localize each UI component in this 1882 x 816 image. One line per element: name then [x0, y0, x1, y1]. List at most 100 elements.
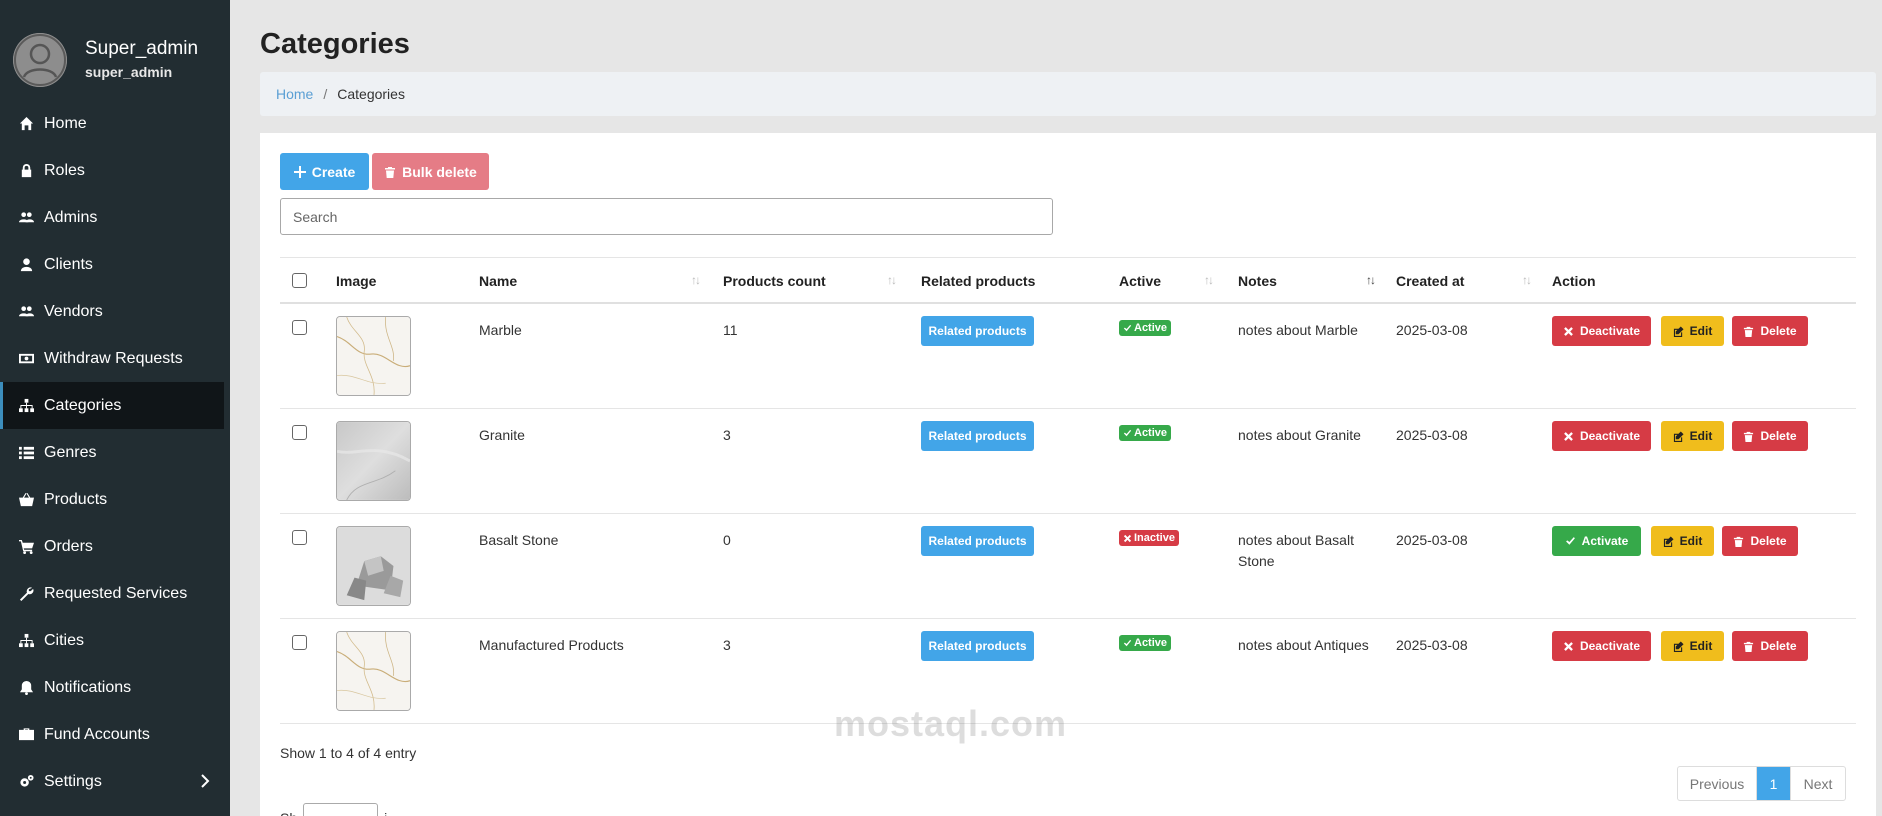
check-icon: [1123, 639, 1132, 646]
sidebar-item-orders[interactable]: Orders: [0, 523, 230, 570]
row-checkbox[interactable]: [292, 320, 307, 335]
table-row: Manufactured Products 3 Related products…: [280, 619, 1856, 724]
category-name: Manufactured Products: [479, 637, 624, 653]
sort-icon[interactable]: ↑↓: [887, 273, 897, 287]
delete-button[interactable]: Delete: [1732, 316, 1808, 346]
sort-desc-icon[interactable]: ↑↓: [1366, 273, 1376, 287]
pagination: Previous 1 Next: [1677, 766, 1846, 801]
created-at: 2025-03-08: [1396, 322, 1468, 338]
sidebar-item-products[interactable]: Products: [0, 476, 230, 523]
edit-button[interactable]: Edit: [1661, 631, 1724, 661]
delete-button-label: Delete: [1760, 639, 1797, 653]
bulk-delete-button-label: Bulk delete: [402, 163, 477, 180]
sidebar-item-admins[interactable]: Admins: [0, 194, 230, 241]
sidebar-item-requested-services[interactable]: Requested Services: [0, 570, 230, 617]
pagination-next[interactable]: Next: [1790, 767, 1845, 800]
table-row: Granite 3 Related products Active notes …: [280, 409, 1856, 514]
edit-button-label: Edit: [1689, 429, 1713, 443]
related-products-button[interactable]: Related products: [921, 421, 1034, 451]
deactivate-button[interactable]: Deactivate: [1552, 631, 1651, 661]
search-input[interactable]: [280, 198, 1053, 235]
sidebar-item-cities[interactable]: Cities: [0, 617, 230, 664]
sidebar-item-withdraw-requests[interactable]: Withdraw Requests: [0, 335, 230, 382]
column-header-products-count[interactable]: Products count: [723, 273, 826, 289]
deactivate-button-label: Deactivate: [1579, 639, 1641, 653]
bulk-delete-button[interactable]: Bulk delete: [372, 153, 489, 190]
edit-button[interactable]: Edit: [1661, 316, 1724, 346]
related-products-button[interactable]: Related products: [921, 526, 1034, 556]
sidebar-item-settings[interactable]: Settings: [0, 758, 230, 805]
sidebar-item-fund-accounts[interactable]: Fund Accounts: [0, 711, 230, 758]
trash-icon: [1744, 641, 1754, 652]
status-badge-label: Inactive: [1134, 532, 1175, 544]
home-icon: [18, 116, 34, 132]
sidebar-item-home[interactable]: Home: [0, 100, 230, 147]
edit-button[interactable]: Edit: [1651, 526, 1714, 556]
sidebar-item-label: Settings: [44, 772, 102, 790]
sort-icon[interactable]: ↑↓: [691, 273, 701, 287]
money-icon: [18, 351, 34, 367]
column-header-notes[interactable]: Notes: [1238, 273, 1277, 289]
column-header-created-at[interactable]: Created at: [1396, 273, 1464, 289]
category-image-granite: [336, 421, 411, 501]
deactivate-button[interactable]: Deactivate: [1552, 421, 1651, 451]
sidebar-item-roles[interactable]: Roles: [0, 147, 230, 194]
deactivate-button[interactable]: Deactivate: [1552, 316, 1651, 346]
delete-button-label: Delete: [1760, 324, 1797, 338]
sidebar-item-genres[interactable]: Genres: [0, 429, 230, 476]
status-badge: Active: [1119, 425, 1172, 441]
edit-button[interactable]: Edit: [1661, 421, 1724, 451]
users-icon: [18, 210, 34, 226]
activate-button[interactable]: Activate: [1552, 526, 1641, 556]
row-checkbox[interactable]: [292, 530, 307, 545]
sidebar-item-label: Genres: [44, 443, 97, 461]
edit-button-label: Edit: [1689, 639, 1713, 653]
category-image-marble: [336, 316, 411, 396]
column-header-name[interactable]: Name: [479, 273, 517, 289]
create-button[interactable]: Create: [280, 153, 369, 190]
user-icon: [18, 257, 34, 273]
category-name: Marble: [479, 322, 522, 338]
avatar[interactable]: [13, 33, 67, 87]
sidebar-item-label: Clients: [44, 255, 93, 273]
delete-button[interactable]: Delete: [1732, 421, 1808, 451]
status-badge: Active: [1119, 635, 1172, 651]
column-header-active[interactable]: Active: [1119, 273, 1161, 289]
row-checkbox[interactable]: [292, 425, 307, 440]
user-avatar-icon: [13, 33, 67, 87]
sort-icon[interactable]: ↑↓: [1204, 273, 1214, 287]
related-products-button[interactable]: Related products: [921, 631, 1034, 661]
category-notes: notes about Granite: [1238, 427, 1361, 443]
breadcrumb-home-link[interactable]: Home: [276, 86, 313, 102]
category-notes: notes about Basalt Stone: [1238, 530, 1354, 572]
plus-icon: [293, 165, 306, 178]
related-products-button[interactable]: Related products: [921, 316, 1034, 346]
table-row: Marble 11 Related products Active notes …: [280, 304, 1856, 409]
category-notes-line: Stone: [1238, 553, 1275, 569]
sidebar-item-label: Roles: [44, 161, 85, 179]
deactivate-button-label: Deactivate: [1579, 324, 1641, 338]
sidebar-item-notifications[interactable]: Notifications: [0, 664, 230, 711]
sidebar-item-label: Fund Accounts: [44, 725, 150, 743]
sidebar-item-label: Admins: [44, 208, 98, 226]
row-checkbox[interactable]: [292, 635, 307, 650]
status-badge: Active: [1119, 320, 1172, 336]
select-all-checkbox[interactable]: [292, 273, 307, 288]
sidebar-item-label: Requested Services: [44, 584, 188, 602]
sort-icon[interactable]: ↑↓: [1522, 273, 1532, 287]
page-size-select[interactable]: [303, 803, 379, 816]
sidebar-item-label: Orders: [44, 537, 93, 555]
pagination-previous[interactable]: Previous: [1678, 767, 1757, 800]
close-icon: [1123, 534, 1132, 542]
sidebar-item-clients[interactable]: Clients: [0, 241, 230, 288]
sidebar-item-vendors[interactable]: Vendors: [0, 288, 230, 335]
category-name: Granite: [479, 427, 525, 443]
trash-icon: [385, 166, 396, 178]
edit-button-label: Edit: [1679, 534, 1703, 548]
delete-button[interactable]: Delete: [1732, 631, 1808, 661]
sidebar-item-categories[interactable]: Categories: [0, 382, 224, 429]
sidebar-menu: Home Roles Admins Clients Vendors Withdr…: [0, 100, 230, 805]
page-size-control: Sh i: [280, 803, 387, 816]
pagination-page-current[interactable]: 1: [1757, 767, 1790, 800]
delete-button[interactable]: Delete: [1722, 526, 1798, 556]
